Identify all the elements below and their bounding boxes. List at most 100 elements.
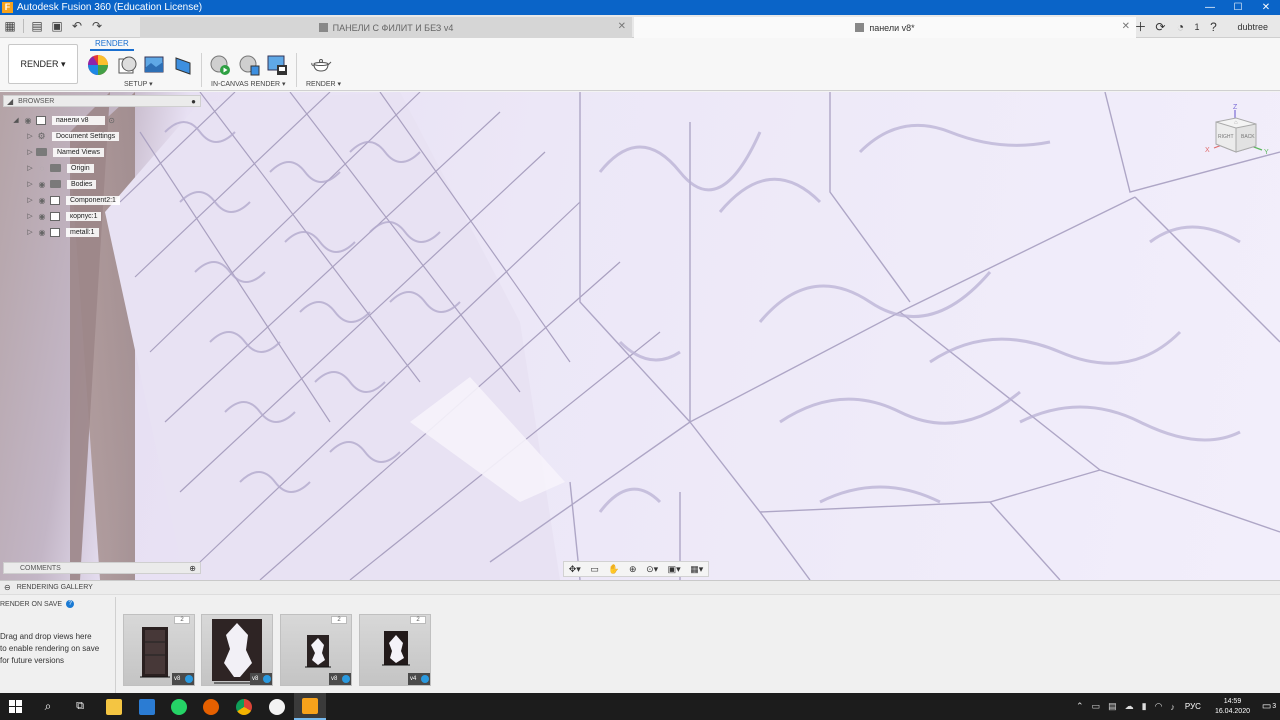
cloud-sync-icon[interactable]: ☁: [1125, 701, 1134, 712]
whatsapp-icon[interactable]: [163, 693, 195, 720]
start-button[interactable]: [0, 693, 32, 720]
appearance-icon[interactable]: [87, 54, 109, 76]
viewcube-right-face[interactable]: RIGHT: [1218, 134, 1234, 140]
comments-header[interactable]: COMMENTS ⊕: [3, 562, 201, 574]
workspace-switcher-button[interactable]: RENDER ▾: [8, 44, 78, 84]
input-language[interactable]: РУС: [1185, 702, 1201, 711]
zoom-icon[interactable]: ⊕: [629, 564, 637, 575]
fit-zoom-icon[interactable]: ⊙▾: [646, 564, 658, 575]
collapse-triangle-icon[interactable]: ◢: [7, 97, 13, 106]
expand-arrow-icon[interactable]: ▷: [25, 180, 35, 188]
visibility-eye-icon[interactable]: ◉: [35, 180, 49, 189]
itunes-icon[interactable]: [261, 693, 293, 720]
expand-arrow-icon[interactable]: ▷: [25, 164, 35, 172]
tree-item-korpus[interactable]: ▷ ◉ корпус:1: [25, 210, 102, 222]
close-button[interactable]: ✕: [1252, 0, 1280, 15]
clock[interactable]: 14:59 16.04.2020: [1215, 697, 1250, 717]
info-icon[interactable]: ?: [66, 600, 75, 608]
tree-item-metall[interactable]: ▷ ◉ metall:1: [25, 226, 99, 238]
undo-icon[interactable]: ↶: [67, 16, 87, 36]
expand-arrow-icon[interactable]: ◢: [11, 116, 21, 124]
notifications-icon[interactable]: ▭ 3: [1258, 693, 1280, 720]
chrome-icon[interactable]: [228, 693, 260, 720]
help-line: Drag and drop views here: [0, 632, 92, 641]
collapse-minus-icon[interactable]: ⊖: [4, 583, 11, 592]
minimize-button[interactable]: —: [1196, 0, 1224, 15]
visibility-eye-icon[interactable]: ◉: [35, 212, 49, 221]
expand-arrow-icon[interactable]: ▷: [25, 212, 35, 220]
in-canvas-render-icon[interactable]: [209, 54, 231, 76]
file-menu-icon[interactable]: ▤: [27, 16, 47, 36]
tree-item-bodies[interactable]: ▷ ◉ Bodies: [25, 178, 97, 190]
capture-image-icon[interactable]: [266, 54, 288, 76]
task-view-icon[interactable]: ⧉: [64, 693, 96, 720]
grid-settings-icon[interactable]: ▦▾: [690, 564, 703, 575]
help-icon[interactable]: ?: [1203, 17, 1223, 37]
visibility-eye-icon[interactable]: ◉: [35, 196, 49, 205]
wifi-icon[interactable]: ◠: [1155, 701, 1163, 712]
render-thumbnail[interactable]: 2 v8: [123, 614, 195, 686]
render-group-label[interactable]: RENDER ▾: [306, 80, 341, 88]
expand-arrow-icon[interactable]: ▷: [25, 148, 35, 156]
tree-item-origin[interactable]: ▷ ◌ Origin: [25, 162, 94, 174]
display-settings-icon[interactable]: ▣▾: [668, 564, 681, 575]
file-explorer-icon[interactable]: [98, 693, 130, 720]
render-teapot-icon[interactable]: [310, 54, 332, 76]
render-on-save-setting[interactable]: RENDER ON SAVE ?: [0, 600, 75, 608]
look-at-icon[interactable]: ▭: [590, 564, 599, 575]
browser-root-node[interactable]: ◢ ◉ панели v8 ⊙: [11, 114, 119, 126]
activate-radio-icon[interactable]: ⊙: [105, 116, 119, 125]
save-icon[interactable]: ▣: [47, 16, 67, 36]
viewcube[interactable]: RIGHT BACK Z X Y ⌂: [1200, 100, 1278, 160]
setup-group-label[interactable]: SETUP ▾: [124, 80, 153, 88]
chevron-up-icon[interactable]: ⌃: [1076, 701, 1084, 712]
volume-icon[interactable]: ♪: [1170, 702, 1175, 712]
visibility-eye-icon[interactable]: ◉: [35, 228, 49, 237]
render-thumbnail[interactable]: 2 v4: [359, 614, 431, 686]
physical-material-icon[interactable]: [116, 54, 138, 76]
scene-settings-icon[interactable]: [143, 54, 165, 76]
user-account-name[interactable]: dubtree: [1237, 22, 1268, 32]
in-canvas-settings-icon[interactable]: [238, 54, 260, 76]
printer-icon[interactable]: ▤: [1108, 701, 1117, 712]
browser-header[interactable]: ◢ BROWSER ●: [3, 95, 201, 107]
expand-arrow-icon[interactable]: ▷: [25, 196, 35, 204]
tab-panels-v8[interactable]: панели v8* ✕: [634, 17, 1136, 38]
mail-icon[interactable]: [131, 693, 163, 720]
redo-icon[interactable]: ↷: [87, 16, 107, 36]
render-thumbnail[interactable]: 2 v8: [280, 614, 352, 686]
tree-item-document-settings[interactable]: ▷ ⚙ Document Settings: [25, 130, 120, 142]
tab-close-icon[interactable]: ✕: [1122, 21, 1130, 32]
gallery-divider: [115, 597, 116, 694]
tab-render[interactable]: RENDER: [90, 39, 134, 51]
visibility-hidden-icon[interactable]: ◌: [35, 164, 49, 173]
home-icon[interactable]: ⌂: [1234, 120, 1238, 126]
add-comment-icon[interactable]: ⊕: [189, 564, 196, 573]
pan-hand-icon[interactable]: ✋: [608, 564, 619, 575]
render-thumbnail[interactable]: v8: [201, 614, 273, 686]
tab-panels-v4[interactable]: ПАНЕЛИ С ФИЛИТ И БЕЗ v4 ✕: [140, 17, 632, 38]
gallery-help-text: Drag and drop views here to enable rende…: [0, 631, 112, 667]
expand-arrow-icon[interactable]: ▷: [25, 228, 35, 236]
gallery-header[interactable]: ⊖ RENDERING GALLERY: [0, 581, 1280, 595]
new-tab-plus-icon[interactable]: ＋: [1130, 17, 1150, 37]
extensions-icon[interactable]: ⟳: [1150, 17, 1170, 37]
network-icon[interactable]: ▭: [1092, 701, 1101, 712]
data-panel-grid-icon[interactable]: ▦: [0, 16, 20, 36]
maximize-button[interactable]: ☐: [1224, 0, 1252, 15]
visibility-eye-icon[interactable]: ◉: [21, 116, 35, 125]
in-canvas-render-group-label[interactable]: IN-CANVAS RENDER ▾: [211, 80, 286, 88]
texture-map-controls-icon[interactable]: [172, 54, 194, 76]
battery-icon[interactable]: ▮: [1142, 701, 1147, 712]
orbit-icon[interactable]: ✥▾: [569, 564, 581, 575]
firefox-icon[interactable]: [195, 693, 227, 720]
tree-item-component2[interactable]: ▷ ◉ Component2:1: [25, 194, 120, 206]
tree-item-named-views[interactable]: ▷ Named Views: [25, 146, 105, 158]
tab-close-icon[interactable]: ✕: [618, 21, 626, 32]
panel-pin-icon[interactable]: ●: [191, 97, 196, 106]
viewcube-back-face[interactable]: BACK: [1241, 134, 1255, 140]
fusion360-taskbar-icon[interactable]: [294, 693, 326, 720]
job-status-icon[interactable]: ◔: [1170, 17, 1190, 37]
search-icon[interactable]: ⌕: [32, 693, 64, 720]
expand-arrow-icon[interactable]: ▷: [25, 132, 35, 140]
